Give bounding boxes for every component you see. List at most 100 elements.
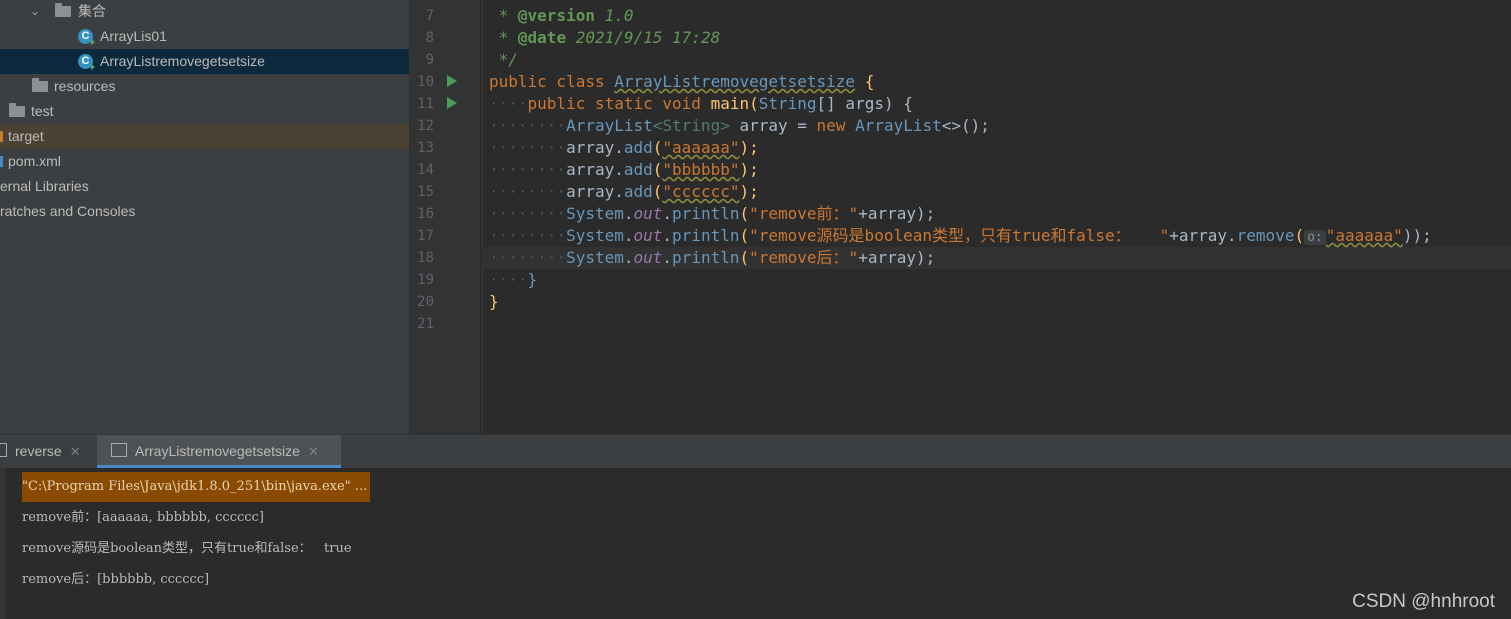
- code-token: array.: [566, 160, 624, 179]
- close-icon[interactable]: ✕: [70, 444, 81, 459]
- tree-item-pom[interactable]: pom.xml: [0, 149, 409, 174]
- code-token: add: [623, 160, 653, 179]
- code-token: "aaaaaa": [1325, 226, 1403, 245]
- run-tabs: reverse ✕ ArrayListremovegetsetsize ✕: [0, 434, 1511, 468]
- line-number: 18: [417, 250, 434, 266]
- code-token: +array);: [858, 204, 936, 223]
- maven-file-icon: [0, 156, 3, 167]
- code-token: ArrayListremovegetsetsize: [614, 72, 856, 91]
- code-token: "bbbbbb": [662, 160, 740, 179]
- code-token: println: [672, 226, 740, 245]
- code-token: .: [662, 204, 673, 223]
- code-line-8[interactable]: * @date 2021/9/15 17:28: [489, 27, 721, 49]
- code-token: }: [489, 292, 499, 311]
- tree-item-label: ernal Libraries: [0, 178, 89, 194]
- code-token: array =: [729, 116, 817, 135]
- code-line-9[interactable]: */: [489, 49, 518, 71]
- line-number: 9: [425, 52, 434, 68]
- code-line-7[interactable]: * @version 1.0: [489, 5, 634, 27]
- watermark: CSDN @hnhroot: [1352, 591, 1495, 612]
- parameter-hint: o:: [1304, 230, 1326, 245]
- line-number: 12: [417, 118, 434, 134]
- tree-item-resources[interactable]: resources: [0, 74, 409, 99]
- code-token: array.: [566, 138, 624, 157]
- code-line-13[interactable]: ········array.add("aaaaaa");: [489, 137, 759, 159]
- code-token: */: [489, 50, 518, 69]
- code-token: public class: [489, 72, 615, 91]
- code-token: System: [566, 204, 624, 223]
- console-output-line: remove后：[bbbbbb, cccccc]: [22, 572, 210, 587]
- code-token: "remove源码是boolean类型，只有true和false： ": [749, 226, 1170, 245]
- code-token: add: [623, 182, 653, 201]
- code-token: @version: [517, 6, 595, 25]
- console-command-line[interactable]: "C:\Program Files\Java\jdk1.8.0_251\bin\…: [22, 472, 371, 502]
- code-line-12[interactable]: ········ArrayList<String> array = new Ar…: [489, 115, 990, 137]
- tree-item-arraylis01[interactable]: C ArrayLis01: [0, 24, 409, 49]
- code-token: System: [566, 226, 624, 245]
- code-token: "aaaaaa": [662, 138, 740, 157]
- code-token: new: [816, 116, 856, 135]
- code-token: out: [633, 226, 663, 245]
- code-token: @date: [517, 28, 567, 47]
- line-number: 13: [417, 140, 434, 156]
- code-token: String: [758, 94, 817, 113]
- code-token: );: [739, 182, 759, 201]
- tab-arraylistremovegetsetsize[interactable]: ArrayListremovegetsetsize ✕: [97, 435, 341, 468]
- tree-item-label: resources: [54, 78, 116, 94]
- line-number: 8: [425, 30, 434, 46]
- tree-item-label: 集合: [78, 3, 106, 19]
- code-line-11[interactable]: ····public static void main(String[] arg…: [489, 93, 913, 115]
- console-icon: [111, 443, 127, 457]
- java-class-icon: C: [78, 29, 95, 45]
- run-main-icon[interactable]: [447, 97, 457, 109]
- tab-label: reverse: [15, 443, 62, 459]
- code-token: (: [1294, 226, 1305, 245]
- line-number: 19: [417, 272, 434, 288]
- tree-item-jihe[interactable]: ⌄ 集合: [0, 0, 409, 24]
- code-line-20[interactable]: }: [489, 291, 499, 313]
- code-token: out: [633, 248, 663, 267]
- tree-item-label: ArrayLis01: [100, 28, 167, 44]
- code-token: (: [652, 182, 663, 201]
- code-token: remove: [1236, 226, 1295, 245]
- tree-item-label: pom.xml: [8, 153, 61, 169]
- code-token: ArrayList: [566, 116, 653, 135]
- code-line-15[interactable]: ········array.add("cccccc");: [489, 181, 759, 203]
- tree-item-target[interactable]: target: [0, 124, 409, 149]
- console-output-line: remove前：[aaaaaa, bbbbbb, cccccc]: [22, 510, 264, 525]
- code-line-17[interactable]: ········System.out.println("remove源码是boo…: [489, 225, 1432, 247]
- resources-folder-icon: [32, 78, 48, 92]
- code-token: );: [739, 138, 759, 157]
- code-line-18[interactable]: ········System.out.println("remove后："+ar…: [489, 247, 935, 269]
- code-token: "remove前：": [749, 204, 859, 223]
- run-class-icon[interactable]: [447, 75, 457, 87]
- code-token: add: [623, 138, 653, 157]
- gutter-divider: [482, 0, 483, 434]
- excluded-folder-icon: [0, 131, 3, 142]
- close-icon[interactable]: ✕: [308, 444, 319, 459]
- code-token: }: [527, 270, 538, 289]
- code-token: +array.: [1169, 226, 1237, 245]
- code-token: 1.0: [594, 6, 634, 25]
- tree-item-arraylistremovegetsetsize[interactable]: C ArrayListremovegetsetsize: [0, 49, 409, 74]
- tree-item-scratches[interactable]: ratches and Consoles: [0, 199, 409, 224]
- code-line-16[interactable]: ········System.out.println("remove前："+ar…: [489, 203, 935, 225]
- code-token: out: [633, 204, 663, 223]
- code-line-14[interactable]: ········array.add("bbbbbb");: [489, 159, 759, 181]
- tree-item-label: ratches and Consoles: [0, 203, 136, 219]
- code-line-10[interactable]: public class ArrayListremovegetsetsize {: [489, 71, 874, 93]
- chevron-down-icon[interactable]: ⌄: [30, 0, 40, 24]
- line-number: 15: [417, 184, 434, 200]
- code-token: .: [623, 226, 634, 245]
- line-number: 16: [417, 206, 434, 222]
- code-token: <>();: [941, 116, 990, 135]
- code-token: println: [672, 248, 740, 267]
- project-tree: ⌄ 集合 C ArrayLis01 C ArrayListremovegetse…: [0, 0, 410, 434]
- code-line-19[interactable]: ····}: [489, 269, 537, 291]
- tree-item-test[interactable]: test: [0, 99, 409, 124]
- line-number: 17: [417, 228, 434, 244]
- tree-item-external-libraries[interactable]: ernal Libraries: [0, 174, 409, 199]
- tab-reverse[interactable]: reverse ✕: [0, 435, 96, 468]
- console-output-line: remove源码是boolean类型，只有true和false： true: [22, 541, 352, 556]
- line-number: 7: [425, 8, 434, 24]
